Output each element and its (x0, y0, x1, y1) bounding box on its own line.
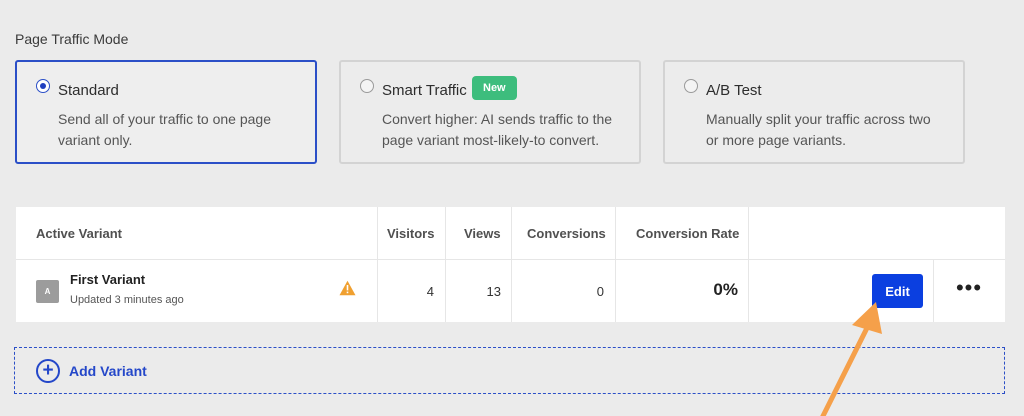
radio-standard[interactable] (36, 79, 50, 93)
page-traffic-mode-label: Page Traffic Mode (15, 31, 129, 47)
variant-thumbnail: A (36, 280, 59, 303)
warning-dot (346, 291, 349, 294)
mode-title-ab-test: A/B Test (706, 82, 762, 99)
mode-desc-smart-traffic: Convert higher: AI sends traffic to the … (382, 111, 613, 148)
mode-option-smart-traffic[interactable]: Smart Traffic New Convert higher: AI sen… (339, 60, 641, 164)
arrow-head (852, 302, 882, 334)
warning-mark (346, 285, 349, 291)
radio-ab-test[interactable] (684, 79, 698, 93)
arrow-shaft (820, 315, 875, 416)
col-divider (377, 207, 378, 259)
variant-updated-time: Updated 3 minutes ago (70, 294, 184, 306)
col-divider (933, 260, 934, 322)
mode-desc-ab-test: Manually split your traffic across two o… (706, 111, 931, 148)
annotation-arrow-icon (820, 302, 882, 416)
header-conversion-rate: Conversion Rate (636, 226, 740, 241)
conversions-value: 0 (596, 284, 604, 299)
header-conversions: Conversions (527, 226, 606, 241)
col-divider (445, 207, 446, 259)
add-variant-label: Add Variant (69, 363, 147, 379)
mode-title-smart-traffic: Smart Traffic (382, 82, 467, 99)
visitors-value: 4 (426, 284, 434, 299)
col-divider (615, 260, 616, 322)
header-active-variant: Active Variant (36, 226, 122, 241)
mode-option-standard[interactable]: Standard Send all of your traffic to one… (15, 60, 317, 164)
col-divider (615, 207, 616, 259)
col-divider (511, 260, 512, 322)
more-options-button[interactable]: ••• (949, 277, 989, 304)
variant-name[interactable]: First Variant (70, 272, 145, 287)
col-divider (445, 260, 446, 322)
conversion-rate-value: 0% (713, 280, 738, 299)
header-views: Views (464, 226, 501, 241)
table-header-row: Active Variant Visitors Views Conversion… (16, 207, 1005, 260)
plus-circle-icon: + (36, 359, 60, 383)
warning-icon[interactable] (339, 280, 356, 296)
views-value: 13 (486, 284, 501, 299)
col-divider (748, 207, 749, 259)
mode-title-standard: Standard (58, 82, 119, 99)
col-divider (377, 260, 378, 322)
col-divider (748, 260, 749, 322)
radio-smart-traffic[interactable] (360, 79, 374, 93)
mode-option-ab-test[interactable]: A/B Test Manually split your traffic acr… (663, 60, 965, 164)
col-divider (511, 207, 512, 259)
new-badge: New (472, 76, 517, 100)
mode-desc-standard: Send all of your traffic to one page var… (58, 111, 271, 148)
header-visitors: Visitors (387, 226, 435, 241)
